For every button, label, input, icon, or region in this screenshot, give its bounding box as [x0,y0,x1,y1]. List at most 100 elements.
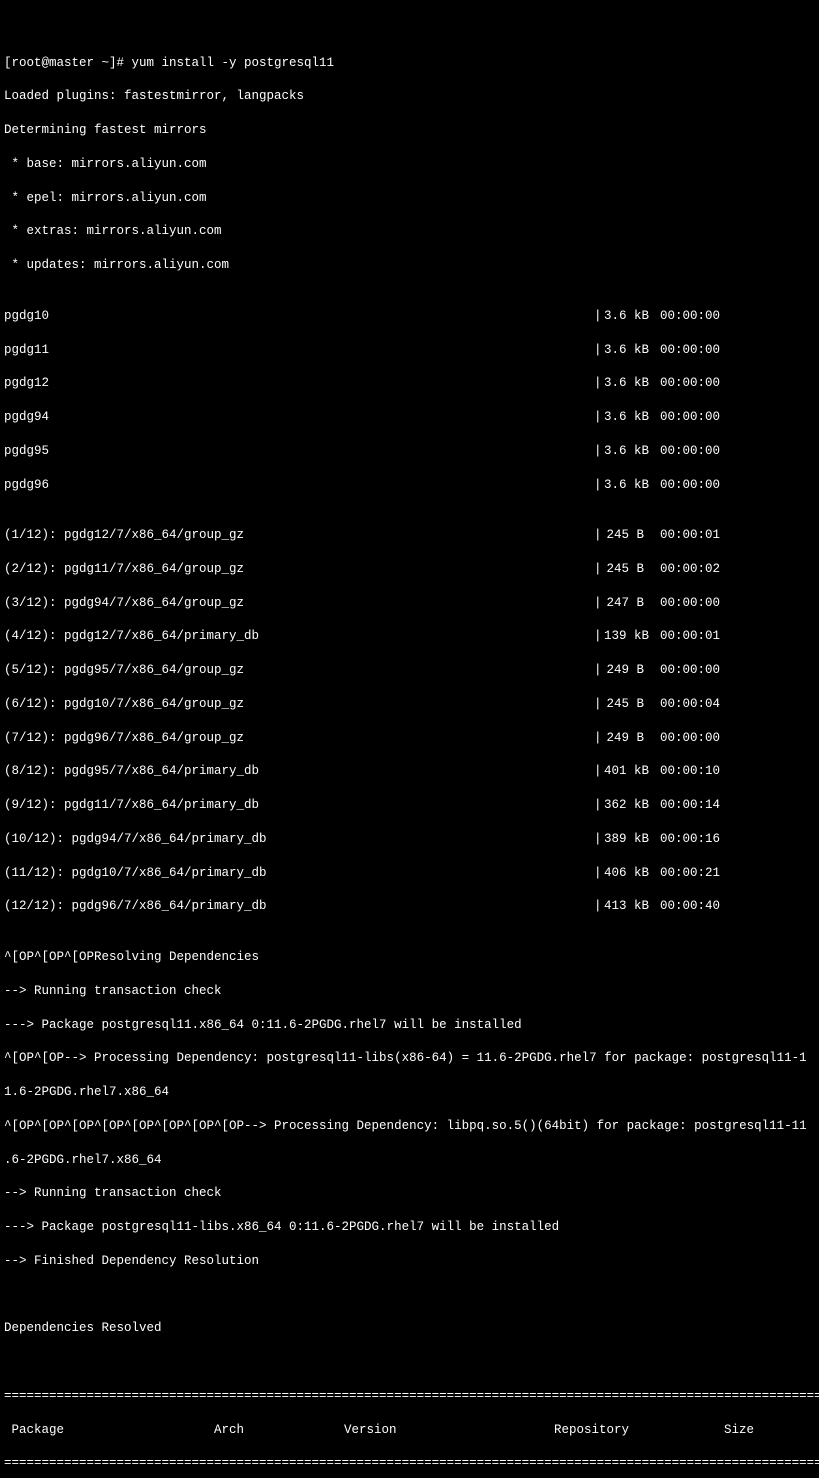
pipe-icon: | [594,375,604,392]
col-size: Size [724,1422,784,1439]
finished-resolution: --> Finished Dependency Resolution [4,1253,815,1270]
download-row: (3/12): pgdg94/7/x86_64/group_gz|247 B 00… [4,595,815,612]
pipe-icon: | [594,308,604,325]
download-row: (6/12): pgdg10/7/x86_64/group_gz|245 B00… [4,696,815,713]
processing-dependency: ^[OP^[OP^[OP^[OP^[OP^[OP^[OP^[OP--> Proc… [4,1118,815,1135]
repo-name: pgdg10 [4,308,594,325]
pipe-icon: | [594,696,604,713]
transaction-check: --> Running transaction check [4,983,815,1000]
repo-size: 3.6 kB [604,308,644,325]
download-time: 00:00:10 [660,763,730,780]
download-name: (8/12): pgdg95/7/x86_64/primary_db [4,763,594,780]
download-name: (3/12): pgdg94/7/x86_64/group_gz [4,595,594,612]
download-row: (2/12): pgdg11/7/x86_64/group_gz|245 B 00… [4,561,815,578]
pipe-icon: | [594,443,604,460]
repo-time: 00:00:00 [660,308,730,325]
download-row: (12/12): pgdg96/7/x86_64/primary_db|413 … [4,898,815,915]
download-row: (10/12): pgdg94/7/x86_64/primary_db|389 … [4,831,815,848]
download-time: 00:00:00 [660,595,730,612]
repo-row: pgdg11|3.6 kB 00:00:00 [4,342,815,359]
repo-time: 00:00:00 [660,375,730,392]
repo-name: pgdg94 [4,409,594,426]
mirror-updates: * updates: mirrors.aliyun.com [4,257,815,274]
repo-time: 00:00:00 [660,342,730,359]
download-row: (5/12): pgdg95/7/x86_64/group_gz|249 B00… [4,662,815,679]
download-name: (4/12): pgdg12/7/x86_64/primary_db [4,628,594,645]
download-name: (7/12): pgdg96/7/x86_64/group_gz [4,730,594,747]
repo-name: pgdg11 [4,342,594,359]
download-size: 245 B [604,561,644,578]
repo-time: 00:00:00 [660,409,730,426]
repo-row: pgdg94|3.6 kB00:00:00 [4,409,815,426]
repo-row: pgdg95|3.6 kB 00:00:00 [4,443,815,460]
download-size: 389 kB [604,831,644,848]
download-size: 139 kB [604,628,644,645]
pipe-icon: | [594,662,604,679]
prompt: [root@master ~]# yum install -y postgres… [4,55,815,72]
download-time: 00:00:01 [660,628,730,645]
repo-name: pgdg95 [4,443,594,460]
download-row: (11/12): pgdg10/7/x86_64/primary_db|406 … [4,865,815,882]
download-name: (12/12): pgdg96/7/x86_64/primary_db [4,898,594,915]
col-repo: Repository [554,1422,724,1439]
download-name: (6/12): pgdg10/7/x86_64/group_gz [4,696,594,713]
rule: ========================================… [4,1455,815,1472]
download-size: 249 B [604,662,644,679]
download-size: 401 kB [604,763,644,780]
download-time: 00:00:16 [660,831,730,848]
table-header: PackageArchVersionRepositorySize [4,1422,815,1439]
mirror-extras: * extras: mirrors.aliyun.com [4,223,815,240]
pipe-icon: | [594,763,604,780]
repo-size: 3.6 kB [604,342,644,359]
download-name: (11/12): pgdg10/7/x86_64/primary_db [4,865,594,882]
repo-row: pgdg10|3.6 kB 00:00:00 [4,308,815,325]
download-row: (1/12): pgdg12/7/x86_64/group_gz|245 B00… [4,527,815,544]
download-time: 00:00:21 [660,865,730,882]
pipe-icon: | [594,628,604,645]
download-time: 00:00:40 [660,898,730,915]
repo-name: pgdg96 [4,477,594,494]
download-name: (9/12): pgdg11/7/x86_64/primary_db [4,797,594,814]
processing-dependency: ^[OP^[OP--> Processing Dependency: postg… [4,1050,815,1067]
download-size: 249 B [604,730,644,747]
repo-row: pgdg12|3.6 kB00:00:00 [4,375,815,392]
mirror-base: * base: mirrors.aliyun.com [4,156,815,173]
pipe-icon: | [594,898,604,915]
determining-mirrors: Determining fastest mirrors [4,122,815,139]
download-name: (1/12): pgdg12/7/x86_64/group_gz [4,527,594,544]
col-version: Version [344,1422,554,1439]
pipe-icon: | [594,342,604,359]
processing-dependency-cont: .6-2PGDG.rhel7.x86_64 [4,1152,815,1169]
download-name: (10/12): pgdg94/7/x86_64/primary_db [4,831,594,848]
package-install: ---> Package postgresql11.x86_64 0:11.6-… [4,1017,815,1034]
download-time: 00:00:02 [660,561,730,578]
download-row: (4/12): pgdg12/7/x86_64/primary_db|139 k… [4,628,815,645]
repo-size: 3.6 kB [604,443,644,460]
pipe-icon: | [594,595,604,612]
download-size: 247 B [604,595,644,612]
mirror-epel: * epel: mirrors.aliyun.com [4,190,815,207]
download-row: (7/12): pgdg96/7/x86_64/group_gz|249 B00… [4,730,815,747]
blank-line [4,1354,815,1371]
pipe-icon: | [594,409,604,426]
package-install: ---> Package postgresql11-libs.x86_64 0:… [4,1219,815,1236]
pipe-icon: | [594,561,604,578]
col-arch: Arch [214,1422,344,1439]
download-row: (8/12): pgdg95/7/x86_64/primary_db|401 k… [4,763,815,780]
resolving-dependencies: ^[OP^[OP^[OPResolving Dependencies [4,949,815,966]
dependencies-resolved: Dependencies Resolved [4,1320,815,1337]
col-package: Package [4,1422,214,1439]
download-name: (2/12): pgdg11/7/x86_64/group_gz [4,561,594,578]
repo-time: 00:00:00 [660,443,730,460]
download-time: 00:00:14 [660,797,730,814]
download-time: 00:00:01 [660,527,730,544]
repo-size: 3.6 kB [604,477,644,494]
download-size: 245 B [604,527,644,544]
pipe-icon: | [594,831,604,848]
download-time: 00:00:04 [660,696,730,713]
download-time: 00:00:00 [660,662,730,679]
download-row: (9/12): pgdg11/7/x86_64/primary_db|362 k… [4,797,815,814]
download-size: 406 kB [604,865,644,882]
download-size: 362 kB [604,797,644,814]
transaction-check: --> Running transaction check [4,1185,815,1202]
